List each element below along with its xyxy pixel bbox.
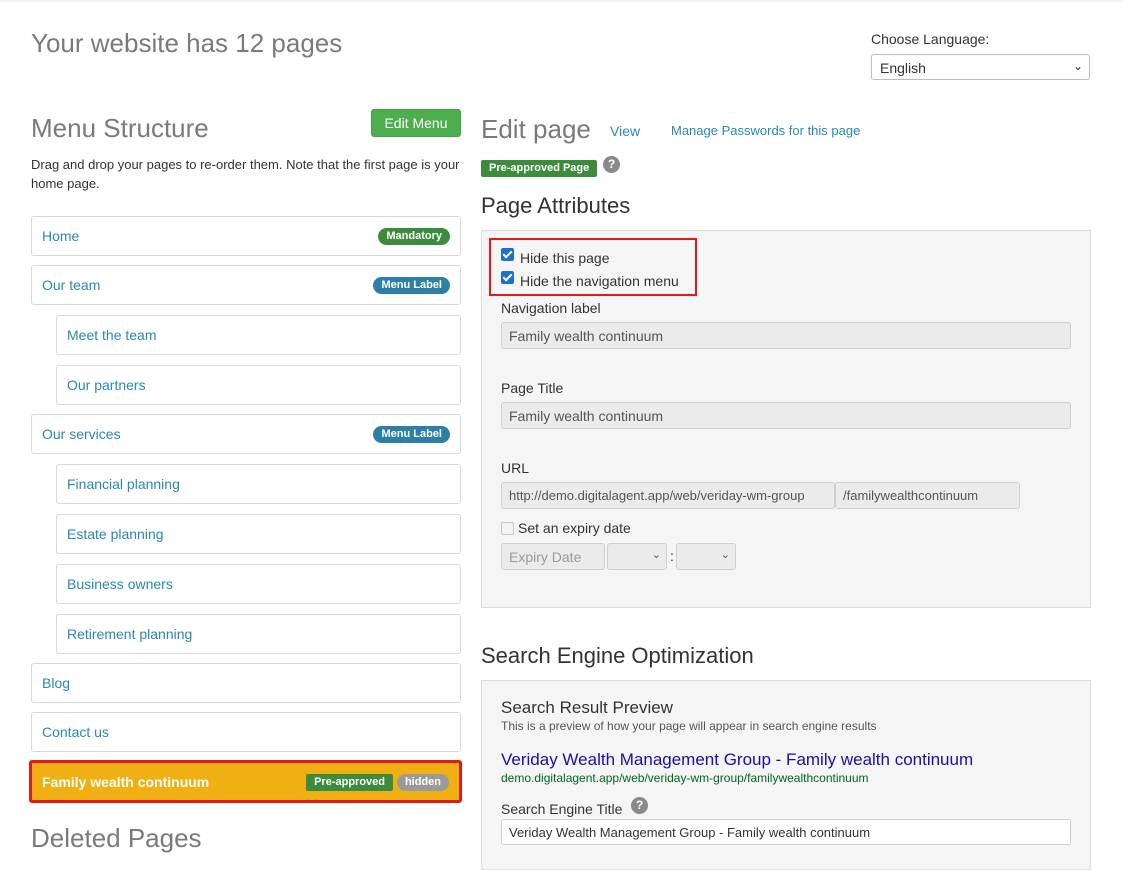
language-value: English	[880, 60, 926, 76]
menu-item-label: Home	[42, 228, 80, 244]
url-label: URL	[501, 460, 530, 476]
mandatory-badge: Mandatory	[378, 228, 450, 245]
menu-item-our-partners[interactable]: Our partners	[56, 365, 461, 405]
menu-structure-heading: Menu Structure	[31, 113, 209, 143]
menu-item-home[interactable]: Home Mandatory	[31, 216, 461, 256]
page-title: Your website has 12 pages	[31, 28, 343, 58]
chevron-down-icon: ⌄	[651, 549, 661, 561]
page-title-input[interactable]: Family wealth continuum	[501, 402, 1071, 429]
menu-item-label: Financial planning	[67, 476, 180, 492]
manage-passwords-link[interactable]: Manage Passwords for this page	[671, 123, 860, 138]
menu-label-badge: Menu Label	[373, 426, 450, 443]
hide-nav-label: Hide the navigation menu	[520, 273, 679, 289]
hidden-badge: hidden	[396, 774, 449, 791]
view-link[interactable]: View	[610, 123, 640, 139]
menu-item-label: Our services	[42, 426, 121, 442]
hide-page-label: Hide this page	[520, 250, 610, 266]
top-divider	[0, 0, 1123, 2]
menu-item-label: Retirement planning	[67, 626, 193, 642]
search-result-preview-description: This is a preview of how your page will …	[501, 719, 877, 733]
time-separator: :	[670, 548, 674, 564]
expiry-date-input[interactable]: Expiry Date	[501, 543, 605, 570]
expiry-checkbox[interactable]	[501, 522, 514, 535]
menu-item-label: Estate planning	[67, 526, 164, 542]
chevron-down-icon: ⌄	[1072, 59, 1083, 73]
expiry-minute-select[interactable]: ⌄	[676, 543, 736, 570]
help-icon[interactable]: ?	[603, 156, 620, 173]
menu-item-financial-planning[interactable]: Financial planning	[56, 464, 461, 504]
page-title-label: Page Title	[501, 380, 564, 396]
menu-description: Drag and drop your pages to re-order the…	[31, 157, 460, 191]
menu-item-label: Family wealth continuum	[42, 773, 210, 790]
menu-item-family-wealth-continuum[interactable]: Family wealth continuum Pre-approved hid…	[29, 760, 462, 803]
menu-item-our-team[interactable]: Our team Menu Label	[31, 265, 461, 305]
page-attributes-heading: Page Attributes	[481, 193, 631, 218]
language-label: Choose Language:	[871, 31, 990, 47]
edit-menu-button[interactable]: Edit Menu	[371, 109, 461, 137]
search-result-preview-title: Search Result Preview	[501, 698, 673, 717]
edit-page-heading: Edit page	[481, 114, 591, 144]
search-engine-title-label: Search Engine Title	[501, 801, 623, 817]
language-select[interactable]: English ⌄	[871, 54, 1090, 80]
expiry-label: Set an expiry date	[518, 520, 631, 536]
menu-item-label: Contact us	[42, 724, 109, 740]
menu-item-label: Meet the team	[67, 327, 157, 343]
search-engine-title-input[interactable]: Veriday Wealth Management Group - Family…	[501, 819, 1071, 845]
menu-item-our-services[interactable]: Our services Menu Label	[31, 414, 461, 454]
menu-item-retirement-planning[interactable]: Retirement planning	[56, 614, 461, 654]
menu-item-label: Business owners	[67, 576, 173, 592]
menu-item-label: Blog	[42, 675, 71, 691]
menu-item-contact-us[interactable]: Contact us	[31, 712, 461, 752]
navigation-label-label: Navigation label	[501, 300, 601, 316]
url-slug-input[interactable]: /familywealthcontinuum	[835, 482, 1020, 509]
menu-item-meet-the-team[interactable]: Meet the team	[56, 315, 461, 355]
search-result-preview-link: Veriday Wealth Management Group - Family…	[501, 750, 974, 769]
menu-item-blog[interactable]: Blog	[31, 663, 461, 703]
menu-item-label: Our partners	[67, 377, 146, 393]
menu-item-business-owners[interactable]: Business owners	[56, 564, 461, 604]
search-result-preview-url: demo.digitalagent.app/web/veriday-wm-gro…	[501, 771, 869, 785]
menu-item-estate-planning[interactable]: Estate planning	[56, 514, 461, 554]
hide-page-checkbox[interactable]	[501, 248, 514, 261]
expiry-hour-select[interactable]: ⌄	[607, 543, 667, 570]
deleted-pages-heading: Deleted Pages	[31, 823, 202, 853]
pre-approved-badge: Pre-approved	[306, 774, 393, 791]
hide-nav-checkbox[interactable]	[501, 271, 514, 284]
seo-heading: Search Engine Optimization	[481, 643, 754, 668]
pre-approved-page-badge: Pre-approved Page	[481, 160, 598, 177]
menu-label-badge: Menu Label	[373, 277, 450, 294]
navigation-label-input[interactable]: Family wealth continuum	[501, 322, 1071, 349]
url-prefix: http://demo.digitalagent.app/web/veriday…	[501, 482, 835, 509]
chevron-down-icon: ⌄	[720, 549, 730, 561]
help-icon[interactable]: ?	[631, 797, 648, 814]
menu-item-label: Our team	[42, 277, 101, 293]
